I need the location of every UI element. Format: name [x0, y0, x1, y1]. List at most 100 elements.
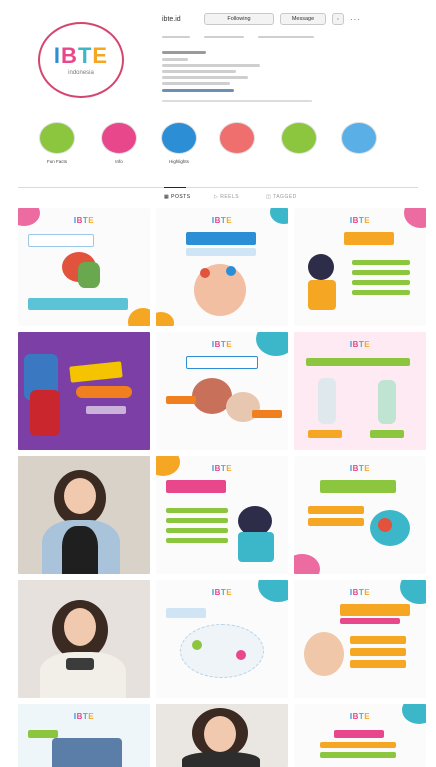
decor-blob	[402, 704, 426, 724]
toy-image	[378, 518, 392, 532]
person-illustration	[238, 532, 274, 562]
post-banner	[166, 608, 206, 618]
list-line	[308, 518, 364, 526]
post-banner	[28, 730, 58, 738]
post-caption-bar	[28, 298, 128, 310]
list-line	[166, 518, 228, 523]
highlight-cover	[219, 122, 255, 154]
person-shirt	[182, 752, 260, 767]
post-tile[interactable]: IBTE	[156, 332, 288, 450]
map-marker	[236, 650, 246, 660]
tab-tagged[interactable]: ◫ TAGGED	[266, 194, 297, 200]
ibte-logo: IBTE	[349, 464, 371, 473]
post-title	[340, 604, 410, 616]
post-subtitle	[320, 742, 396, 748]
person-face	[64, 478, 96, 514]
post-tile[interactable]	[18, 580, 150, 698]
decor-blob	[404, 208, 426, 228]
profile-tabs: ▦ POSTS ▷ REELS ◫ TAGGED	[18, 187, 418, 207]
post-tile[interactable]: IBTE	[156, 580, 288, 698]
post-tile[interactable]: IBTE	[156, 208, 288, 326]
tab-posts-label: POSTS	[171, 194, 191, 200]
ibte-logo: IBTE	[349, 340, 371, 349]
list-line	[308, 506, 364, 514]
ibte-logo: IBTE	[211, 216, 233, 225]
post-subtitle	[186, 248, 256, 256]
post-tile[interactable]	[18, 332, 150, 450]
list-line	[352, 270, 410, 275]
person-illustration	[308, 254, 334, 280]
list-line	[166, 528, 228, 533]
post-tile[interactable]: IBTE	[294, 580, 426, 698]
puppet	[226, 266, 236, 276]
decor-blob	[400, 580, 426, 604]
toy-image	[78, 262, 100, 288]
person-illustration	[308, 280, 336, 310]
highlight-1[interactable]: Fun Facts	[36, 122, 78, 164]
house-illustration	[52, 738, 122, 767]
message-button[interactable]: Message	[280, 13, 326, 25]
tab-tagged-label: TAGGED	[273, 194, 297, 200]
more-options-icon[interactable]: ···	[350, 15, 361, 24]
ibte-logo: IBTE	[73, 712, 95, 721]
post-banner	[344, 232, 394, 245]
stat-followers[interactable]	[204, 35, 244, 41]
following-button[interactable]: Following	[204, 13, 274, 25]
bio-text-lines	[162, 51, 260, 92]
map-illustration	[180, 624, 264, 678]
label-kaca	[370, 430, 404, 438]
tab-posts[interactable]: ▦ POSTS	[164, 187, 191, 200]
highlight-label: Highlights	[169, 159, 189, 164]
highlight-cover	[281, 122, 317, 154]
person-face	[204, 716, 236, 752]
post-tile[interactable]	[18, 456, 150, 574]
post-tile[interactable]: IBTE	[294, 704, 426, 767]
highlight-5[interactable]	[278, 122, 320, 159]
post-banner	[166, 480, 226, 493]
profile-stats	[162, 35, 314, 41]
profile-bio	[162, 51, 342, 98]
highlight-cover	[101, 122, 137, 154]
post-tile[interactable]: IBTE	[294, 456, 426, 574]
post-banner	[186, 232, 256, 245]
ibte-logo: IBTE	[53, 42, 109, 68]
decor-blob	[256, 332, 288, 356]
posts-grid: IBTE IBTE IBTE IBTE IBTE IBTE IBTE IBTE …	[18, 208, 426, 767]
decor-blob	[156, 456, 180, 476]
list-line	[352, 260, 410, 265]
list-line	[350, 648, 406, 656]
highlight-4[interactable]	[216, 122, 258, 159]
list-line	[320, 752, 396, 758]
profile-avatar[interactable]: IBTE indonesia	[38, 22, 124, 98]
highlight-3[interactable]: Highlights	[158, 122, 200, 164]
person-face	[64, 608, 96, 646]
post-title	[334, 730, 384, 738]
post-tile[interactable]	[156, 704, 288, 767]
label-plastic	[308, 430, 342, 438]
tag-label	[252, 410, 282, 418]
post-tile[interactable]: IBTE	[156, 456, 288, 574]
suitcase-image	[30, 390, 60, 436]
post-tile[interactable]: IBTE	[294, 332, 426, 450]
suggest-user-icon[interactable]	[332, 13, 344, 25]
bottle-image	[318, 378, 336, 424]
tab-reels[interactable]: ▷ REELS	[214, 194, 239, 200]
stat-following[interactable]	[258, 35, 314, 41]
win-banner	[69, 361, 123, 383]
bottle-image	[378, 380, 396, 424]
post-tile[interactable]: IBTE	[18, 208, 150, 326]
stat-posts[interactable]	[162, 35, 190, 41]
post-tile[interactable]: IBTE	[294, 208, 426, 326]
highlight-label: Fun Facts	[46, 159, 67, 164]
highlight-cover	[39, 122, 75, 154]
profile-header: IBTE indonesia ibte.id Following Message…	[0, 0, 436, 186]
list-line	[352, 280, 410, 285]
post-banner	[28, 234, 94, 247]
post-banner	[186, 356, 258, 369]
post-subtitle	[340, 618, 400, 624]
highlight-6[interactable]	[338, 122, 380, 159]
family-illustration	[304, 632, 344, 676]
followed-by[interactable]	[162, 99, 312, 104]
post-tile[interactable]: IBTE	[18, 704, 150, 767]
highlight-2[interactable]: Info	[98, 122, 140, 164]
